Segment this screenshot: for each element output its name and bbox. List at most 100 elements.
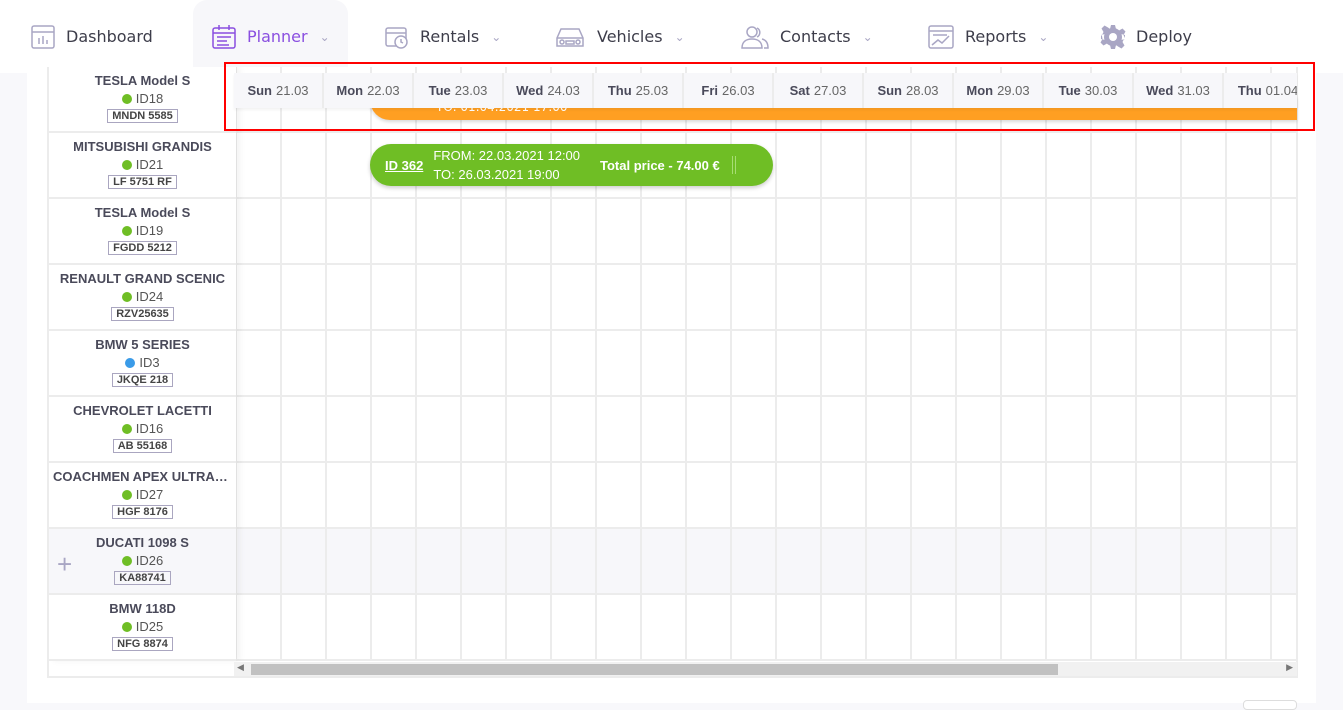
day-header: Mon 22.03: [324, 73, 414, 108]
nav-label: Contacts: [780, 27, 851, 46]
nav-label: Reports: [965, 27, 1027, 46]
day-date: 26.03: [722, 83, 755, 98]
status-dot-icon: [121, 93, 132, 104]
chevron-down-icon[interactable]: ⌄: [491, 30, 501, 44]
vehicle-id: ID27: [135, 487, 164, 502]
vehicle-id: ID3: [139, 355, 160, 370]
day-header: Wed 24.03: [504, 73, 594, 108]
car-icon: [553, 24, 597, 50]
day-header: Thu 25.03: [594, 73, 684, 108]
day-header: Sun 28.03: [864, 73, 954, 108]
booking-bar-green[interactable]: ID 362 FROM: 22.03.2021 12:00 TO: 26.03.…: [370, 144, 773, 186]
day-header: Tue 30.03: [1044, 73, 1134, 108]
status-dot-icon: [125, 357, 136, 368]
vehicle-id: ID21: [135, 157, 164, 172]
vehicle-row[interactable]: CHEVROLET LACETTI ID16 AB 55168: [49, 397, 236, 463]
scrollbar-thumb[interactable]: [251, 664, 1058, 675]
vehicle-name: MITSUBISHI GRANDIS: [73, 139, 212, 154]
day-date: 28.03: [906, 83, 939, 98]
nav-label: Vehicles: [597, 27, 663, 46]
day-of-week: Tue: [1058, 83, 1081, 98]
nav-label: Dashboard: [66, 27, 153, 46]
chevron-down-icon[interactable]: ⌄: [1038, 30, 1048, 44]
booking-from: FROM: 22.03.2021 12:00: [433, 148, 581, 163]
vehicle-row[interactable]: BMW 118D ID25 NFG 8874: [49, 595, 236, 661]
status-dot-icon: [121, 159, 132, 170]
booking-price: Total price - 74.00 €: [600, 157, 720, 173]
vehicle-id: ID19: [135, 223, 164, 238]
horizontal-scrollbar[interactable]: ◀ ▶: [234, 662, 1297, 676]
nav-label: Deploy: [1136, 27, 1193, 46]
top-navigation: Dashboard Planner ⌄ Rentals ⌄ Vehicles ⌄ Contac…: [0, 0, 1343, 73]
day-header: Mon 29.03: [954, 73, 1044, 108]
booking-id-link[interactable]: ID 362: [385, 158, 423, 173]
license-plate: LF 5751 RF: [108, 175, 177, 189]
vehicle-id: ID26: [135, 553, 164, 568]
day-of-week: Sat: [789, 83, 810, 98]
vehicle-row[interactable]: TESLA Model S ID18 MNDN 5585: [49, 67, 236, 133]
scroll-left-icon[interactable]: ◀: [237, 663, 244, 673]
nav-item-rentals[interactable]: Rentals ⌄: [384, 0, 501, 73]
booking-dates: FROM: 22.03.2021 12:00 TO: 26.03.2021 19…: [433, 146, 580, 184]
gear-icon: [1100, 24, 1136, 50]
vehicle-name: CHEVROLET LACETTI: [73, 403, 212, 418]
day-of-week: Thu: [607, 83, 632, 98]
license-plate: NFG 8874: [112, 637, 173, 651]
day-header: Wed 31.03: [1134, 73, 1224, 108]
vehicle-id: ID18: [135, 91, 164, 106]
day-header: Sun 21.03: [234, 73, 324, 108]
resize-handle[interactable]: [731, 156, 736, 174]
vehicle-name: TESLA Model S: [94, 205, 191, 220]
status-dot-icon: [121, 291, 132, 302]
nav-label: Rentals: [420, 27, 480, 46]
nav-item-dashboard[interactable]: Dashboard: [30, 0, 153, 73]
vehicle-name: RENAULT GRAND SCENIC: [59, 271, 226, 286]
license-plate: FGDD 5212: [108, 241, 177, 255]
bottom-button[interactable]: [1243, 700, 1297, 710]
chevron-down-icon[interactable]: ⌄: [675, 30, 685, 44]
vehicle-row[interactable]: + DUCATI 1098 S ID26 KA88741: [49, 529, 236, 595]
vehicle-row[interactable]: BMW 5 SERIES ID3 JKQE 218: [49, 331, 236, 397]
license-plate: RZV25635: [111, 307, 174, 321]
reports-icon: [927, 24, 965, 50]
day-header: Thu 01.04: [1224, 73, 1297, 108]
day-date: 23.03: [454, 83, 488, 98]
status-dot-icon: [121, 489, 132, 500]
license-plate: HGF 8176: [112, 505, 173, 519]
add-icon[interactable]: +: [57, 549, 72, 580]
vehicle-id: ID24: [135, 289, 164, 304]
day-date: 24.03: [547, 83, 580, 98]
nav-item-vehicles[interactable]: Vehicles ⌄: [553, 0, 685, 73]
chevron-down-icon[interactable]: ⌄: [320, 30, 330, 44]
status-dot-icon: [121, 621, 132, 632]
scroll-right-icon[interactable]: ▶: [1286, 663, 1293, 673]
day-date: 31.03: [1177, 83, 1210, 98]
vehicle-row[interactable]: MITSUBISHI GRANDIS ID21 LF 5751 RF: [49, 133, 236, 199]
day-of-week: Mon: [336, 83, 364, 98]
day-date: 25.03: [635, 83, 669, 98]
day-date: 01.04: [1265, 83, 1297, 98]
vehicle-row[interactable]: COACHMEN APEX ULTRALITE ID27 HGF 8176: [49, 463, 236, 529]
day-of-week: Sun: [247, 83, 272, 98]
vehicle-row[interactable]: TESLA Model S ID19 FGDD 5212: [49, 199, 236, 265]
vehicle-name: COACHMEN APEX ULTRALITE: [53, 469, 236, 484]
nav-item-contacts[interactable]: Contacts ⌄: [740, 0, 873, 73]
license-plate: MNDN 5585: [107, 109, 178, 123]
nav-item-planner[interactable]: Planner ⌄: [193, 0, 348, 73]
vehicle-id: ID25: [135, 619, 164, 634]
chevron-down-icon[interactable]: ⌄: [863, 30, 873, 44]
vehicle-name: BMW 5 SERIES: [95, 337, 190, 352]
rentals-icon: [384, 24, 420, 50]
license-plate: AB 55168: [112, 439, 173, 453]
vehicle-row[interactable]: RENAULT GRAND SCENIC ID24 RZV25635: [49, 265, 236, 331]
nav-item-deploy[interactable]: Deploy: [1100, 0, 1192, 73]
nav-item-reports[interactable]: Reports ⌄: [927, 0, 1048, 73]
day-header: Sat 27.03: [774, 73, 864, 108]
status-dot-icon: [121, 555, 132, 566]
vehicle-name: TESLA Model S: [94, 73, 191, 88]
day-of-week: Wed: [1146, 83, 1174, 98]
day-of-week: Wed: [516, 83, 544, 98]
day-header: Fri 26.03: [684, 73, 774, 108]
nav-label: Planner: [247, 27, 308, 46]
booking-to: TO: 26.03.2021 19:00: [433, 167, 560, 182]
